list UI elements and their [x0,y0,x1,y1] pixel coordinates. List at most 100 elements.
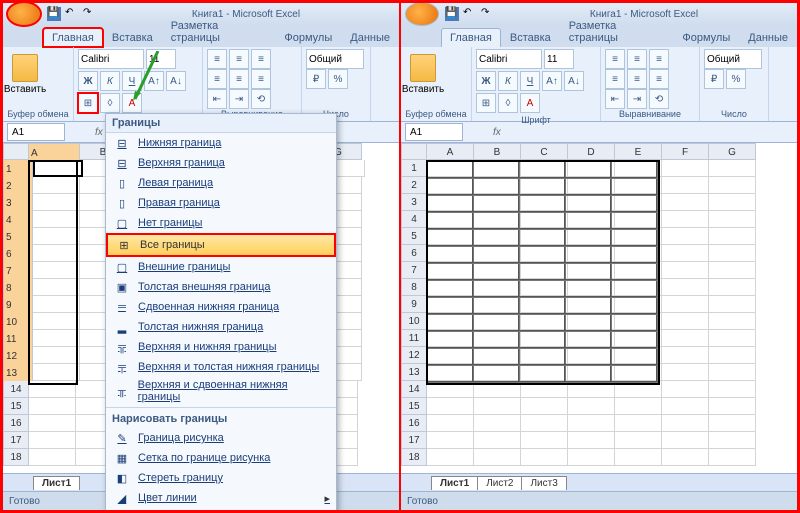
cell[interactable] [662,330,709,347]
cell[interactable] [521,245,568,262]
cell[interactable] [33,177,80,194]
row-header[interactable]: 10 [401,313,427,330]
cell[interactable] [568,279,615,296]
borders-menu-item[interactable]: ═Сдвоенная нижняя граница [106,297,336,317]
tab-home[interactable]: Главная [441,28,501,47]
tab-page-layout[interactable]: Разметка страницы [560,16,674,47]
cell[interactable] [474,211,521,228]
cell[interactable] [33,347,80,364]
cell[interactable] [33,262,80,279]
cell[interactable] [568,398,615,415]
borders-menu-item[interactable]: ▯Левая граница [106,173,336,193]
tab-data[interactable]: Данные [341,28,399,47]
cell[interactable] [709,160,756,177]
cell[interactable] [427,245,474,262]
borders-menu-item[interactable]: ╥Верхняя и сдвоенная нижняя границы [106,377,336,405]
cell[interactable] [568,296,615,313]
borders-menu-item[interactable]: ⊞Все границы [106,233,336,257]
cell[interactable] [615,432,662,449]
cell[interactable] [615,347,662,364]
cell[interactable] [568,194,615,211]
fx-icon[interactable]: fx [95,127,103,138]
align-mid-button[interactable]: ≡ [229,49,249,69]
grow-font-button[interactable]: A↑ [542,71,562,91]
redo-icon[interactable]: ↷ [481,7,495,21]
cell[interactable] [474,160,521,177]
cell[interactable] [709,364,756,381]
cell[interactable] [709,177,756,194]
sheet-tab-1[interactable]: Лист1 [33,476,80,490]
cell[interactable] [33,160,83,177]
paste-button[interactable]: Вставить [7,49,43,99]
cell[interactable] [474,262,521,279]
tab-insert[interactable]: Вставка [501,28,560,47]
cell[interactable] [709,330,756,347]
cell[interactable] [709,279,756,296]
cell[interactable] [427,364,474,381]
cell[interactable] [29,449,76,466]
col-header[interactable]: D [568,143,615,160]
row-header[interactable]: 6 [401,245,427,262]
row-header[interactable]: 2 [401,177,427,194]
cell[interactable] [427,228,474,245]
cell[interactable] [662,194,709,211]
name-box[interactable]: A1 [7,123,65,141]
row-header[interactable]: 13 [401,364,427,381]
borders-menu-item[interactable]: ≡Вид линии▸ [106,508,336,510]
name-box[interactable]: A1 [405,123,463,141]
row-header[interactable]: 17 [3,432,29,449]
cell[interactable] [474,432,521,449]
cell[interactable] [427,177,474,194]
cell[interactable] [427,160,474,177]
row-header[interactable]: 5 [401,228,427,245]
cell[interactable] [33,194,80,211]
cell[interactable] [568,160,615,177]
row-header[interactable]: 16 [3,415,29,432]
undo-icon[interactable]: ↶ [463,7,477,21]
cell[interactable] [521,296,568,313]
borders-menu-item[interactable]: ⊟Нижняя граница [106,133,336,153]
cell[interactable] [474,398,521,415]
cell[interactable] [662,177,709,194]
font-name-select[interactable]: Calibri [476,49,542,69]
font-name-select[interactable]: Calibri [78,49,144,69]
cell[interactable] [568,262,615,279]
cell[interactable] [33,279,80,296]
cell[interactable] [427,381,474,398]
borders-button[interactable]: ⊞ [78,93,98,113]
cell[interactable] [615,211,662,228]
cell[interactable] [521,177,568,194]
cell[interactable] [709,296,756,313]
cell[interactable] [521,432,568,449]
cell[interactable] [474,364,521,381]
cell[interactable] [709,347,756,364]
cell[interactable] [568,245,615,262]
cell[interactable] [427,262,474,279]
fill-color-button[interactable]: ◊ [100,93,120,113]
row-header[interactable]: 18 [401,449,427,466]
row-header[interactable]: 15 [3,398,29,415]
cell[interactable] [521,279,568,296]
bold-button[interactable]: Ж [476,71,496,91]
save-icon[interactable]: 💾 [47,7,61,21]
cell[interactable] [568,381,615,398]
cell[interactable] [615,330,662,347]
col-header[interactable]: C [521,143,568,160]
cell[interactable] [521,398,568,415]
cell[interactable] [615,449,662,466]
sheet-tab-3[interactable]: Лист3 [521,476,566,490]
cell[interactable] [615,245,662,262]
cell[interactable] [521,262,568,279]
borders-menu-item[interactable]: ╦Верхняя и нижняя границы [106,337,336,357]
tab-home[interactable]: Главная [43,28,103,47]
cell[interactable] [662,245,709,262]
cell[interactable] [709,432,756,449]
cell[interactable] [662,262,709,279]
cell[interactable] [662,160,709,177]
cell[interactable] [521,194,568,211]
font-size-select[interactable]: 11 [544,49,574,69]
row-header[interactable]: 7 [401,262,427,279]
cell[interactable] [474,279,521,296]
cell[interactable] [615,398,662,415]
cell[interactable] [474,296,521,313]
